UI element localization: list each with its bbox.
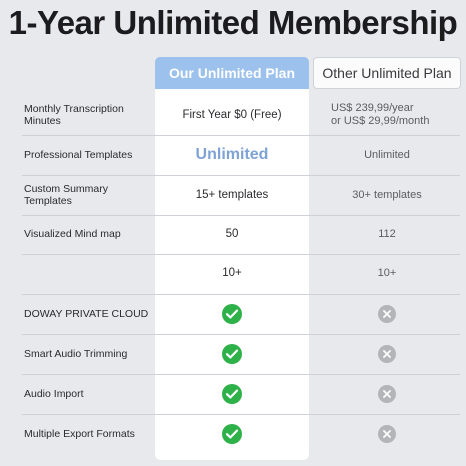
table-row: Monthly Transcription Minutes First Year… — [0, 95, 466, 135]
table-row: Visualized Mind map 50 112 — [0, 214, 466, 254]
table-row: Custom Summary Templates 15+ templates 3… — [0, 175, 466, 215]
feature-label — [24, 253, 149, 293]
feature-label: Professional Templates — [24, 149, 133, 161]
cross-icon — [378, 385, 396, 403]
our-plan-value: Unlimited — [195, 146, 269, 163]
our-plan-value — [155, 414, 309, 454]
other-plan-price-monthly: or US$ 29,99/month — [331, 115, 430, 127]
feature-label: Monthly Transcription Minutes — [24, 103, 124, 127]
table-row: Audio Import — [0, 374, 466, 414]
check-icon — [222, 424, 242, 444]
our-plan-value: First Year $0 (Free) — [182, 109, 282, 121]
other-plan-value: Unlimited — [364, 149, 410, 161]
other-plan-value — [313, 294, 461, 334]
our-plan-header: Our Unlimited Plan — [155, 57, 309, 89]
feature-label: Visualized Mind map — [24, 228, 121, 240]
other-plan-value — [313, 414, 461, 454]
other-plan-value: 30+ templates — [352, 189, 422, 201]
other-plan-price-yearly: US$ 239,99/year — [331, 102, 414, 114]
other-plan-header: Other Unlimited Plan — [313, 57, 461, 89]
our-plan-value: 15+ templates — [195, 189, 269, 201]
feature-label: Smart Audio Trimming — [24, 348, 128, 360]
feature-label: Multiple Export Formats — [24, 428, 135, 440]
feature-label: Audio Import — [24, 388, 84, 400]
cross-icon — [378, 305, 396, 323]
table-row: DOWAY PRIVATE CLOUD — [0, 294, 466, 334]
other-plan-value — [313, 334, 461, 374]
table-row: Smart Audio Trimming — [0, 334, 466, 374]
our-plan-value: 10+ — [222, 267, 242, 279]
other-plan-value — [313, 374, 461, 414]
feature-label: Custom Summary Templates — [24, 183, 109, 207]
check-icon — [222, 384, 242, 404]
our-plan-value: 50 — [225, 228, 239, 240]
table-row: 10+ 10+ — [0, 253, 466, 293]
our-plan-value — [155, 294, 309, 334]
check-icon — [222, 304, 242, 324]
other-plan-value: US$ 239,99/year or US$ 29,99/month — [313, 95, 461, 135]
other-plan-value: 10+ — [377, 267, 397, 279]
our-plan-value — [155, 334, 309, 374]
feature-label: DOWAY PRIVATE CLOUD — [24, 308, 149, 320]
page-title: 1-Year Unlimited Membership — [8, 4, 458, 41]
cross-icon — [378, 425, 396, 443]
cross-icon — [378, 345, 396, 363]
other-plan-value: 112 — [378, 228, 396, 240]
table-row: Multiple Export Formats — [0, 414, 466, 454]
table-row: Professional Templates Unlimited Unlimit… — [0, 135, 466, 175]
our-plan-value — [155, 374, 309, 414]
check-icon — [222, 344, 242, 364]
